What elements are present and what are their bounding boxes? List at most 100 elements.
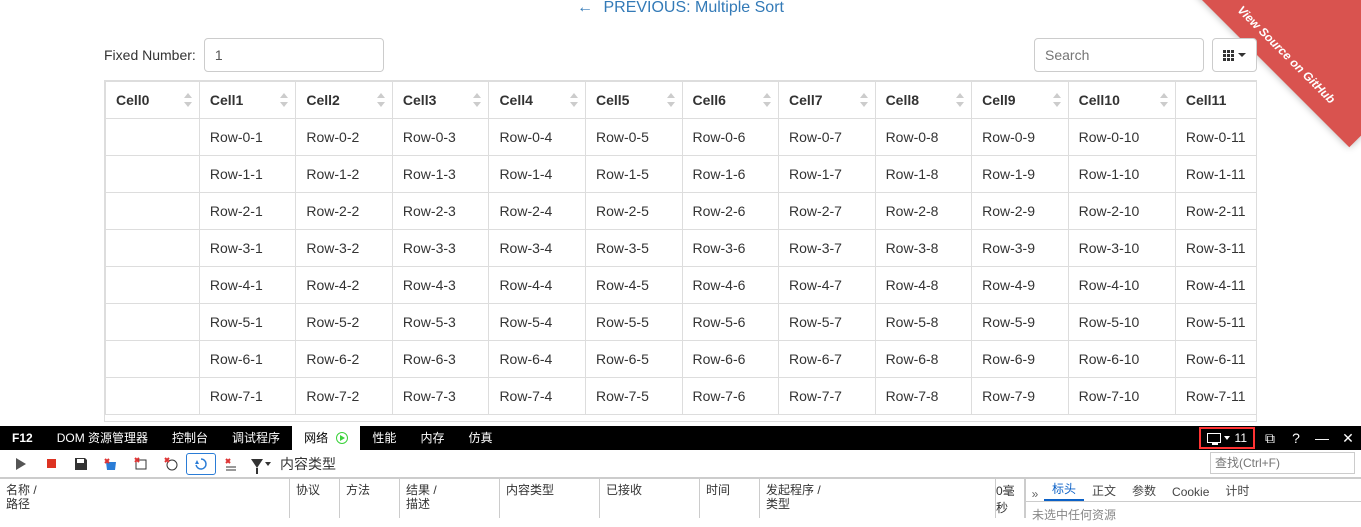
detail-tab-body[interactable]: 正文 [1084,480,1124,501]
table-row[interactable]: Row-7-1Row-7-2Row-7-3Row-7-4Row-7-5Row-7… [106,378,1257,415]
column-header-cell5[interactable]: Cell5 [585,82,682,119]
cell: Row-0-7 [779,119,876,156]
cell: Row-7-6 [682,378,779,415]
cell: Row-0-2 [296,119,393,156]
column-header-cell2[interactable]: Cell2 [296,82,393,119]
cell: Row-3-6 [682,230,779,267]
cell: Row-2-10 [1068,193,1175,230]
data-table: Cell0Cell1Cell2Cell3Cell4Cell5 Cell6 Cell7… [104,80,1257,422]
sort-icon [1159,93,1169,107]
column-header-cell11[interactable]: Cell11 [1175,82,1256,119]
col-time[interactable]: 时间 [700,479,760,518]
cell: Row-0-6 [682,119,779,156]
table-row[interactable]: Row-1-1Row-1-2Row-1-3Row-1-4Row-1-5Row-1… [106,156,1257,193]
cell: Row-6-8 [875,341,972,378]
arrow-left-icon: ← [577,0,593,16]
col-received[interactable]: 已接收 [600,479,700,518]
cell: Row-4-6 [682,267,779,304]
column-header-label: Cell6 [693,92,726,108]
devtools-find-input[interactable] [1210,452,1355,474]
devtools-undock-button[interactable]: ⧉ [1257,426,1283,450]
cell: Row-2-8 [875,193,972,230]
clear-on-navigate-button[interactable] [186,453,216,475]
cell: Row-4-4 [489,267,586,304]
devtools-tab-debugger[interactable]: 调试程序 [220,426,292,450]
clear-session-button[interactable] [96,452,126,476]
cell: Row-0-8 [875,119,972,156]
export-har-button[interactable] [66,452,96,476]
clear-cache-button[interactable] [126,452,156,476]
table-row[interactable]: Row-3-1Row-3-2Row-3-3Row-3-4Row-3-5Row-3… [106,230,1257,267]
start-capture-button[interactable] [6,452,36,476]
cell [106,156,200,193]
col-protocol[interactable]: 协议 [290,479,340,518]
table-row[interactable]: Row-2-1Row-2-2Row-2-3Row-2-4Row-2-5Row-2… [106,193,1257,230]
stop-capture-button[interactable] [36,452,66,476]
column-header-cell8[interactable]: Cell8 [875,82,972,119]
cell: Row-5-2 [296,304,393,341]
cell: Row-3-7 [779,230,876,267]
column-header-cell7[interactable]: Cell7 [779,82,876,119]
column-header-cell9[interactable]: Cell9 [972,82,1069,119]
table-row[interactable]: Row-0-1Row-0-2Row-0-3Row-0-4Row-0-5Row-0… [106,119,1257,156]
cell: Row-2-11 [1175,193,1256,230]
column-header-cell6[interactable]: Cell6 [682,82,779,119]
devtools-help-button[interactable]: ? [1283,426,1309,450]
table-row[interactable]: Row-6-1Row-6-2Row-6-3Row-6-4Row-6-5Row-6… [106,341,1257,378]
col-name[interactable]: 名称 / 路径 [0,479,290,518]
content-type-filter-label: 内容类型 [280,454,336,474]
col-initiator[interactable]: 发起程序 / 类型 [760,479,1025,518]
column-header-cell3[interactable]: Cell3 [392,82,489,119]
devtools-attach-target[interactable]: 11 [1199,427,1255,449]
column-header-cell4[interactable]: Cell4 [489,82,586,119]
previous-link[interactable]: ← PREVIOUS: Multiple Sort [0,0,1361,16]
cell: Row-1-7 [779,156,876,193]
clear-cookies-button[interactable] [156,452,186,476]
devtools-tab-bar: F12 DOM 资源管理器 控制台 调试程序 网络 性能 内存 仿真 11 ⧉ … [0,426,1361,450]
devtools-tab-console[interactable]: 控制台 [160,426,220,450]
devtools-tab-network[interactable]: 网络 [292,426,360,450]
cell: Row-1-8 [875,156,972,193]
column-header-cell10[interactable]: Cell10 [1068,82,1175,119]
cell: Row-5-9 [972,304,1069,341]
col-result[interactable]: 结果 / 描述 [400,479,500,518]
devtools-tab-network-label: 网络 [304,431,328,445]
cell: Row-6-1 [199,341,296,378]
devtools-tab-memory[interactable]: 内存 [408,426,456,450]
devtools-close-button[interactable]: ✕ [1335,426,1361,450]
cell: Row-3-11 [1175,230,1256,267]
col-method[interactable]: 方法 [340,479,400,518]
cell: Row-3-2 [296,230,393,267]
cell: Row-7-2 [296,378,393,415]
sort-icon [376,93,386,107]
table-scroll-area[interactable]: Cell0Cell1Cell2Cell3Cell4Cell5 Cell6 Cell7… [105,81,1256,421]
cell: Row-1-6 [682,156,779,193]
cell [106,230,200,267]
table-row[interactable]: Row-4-1Row-4-2Row-4-3Row-4-4Row-4-5Row-4… [106,267,1257,304]
devtools-tab-emulation[interactable]: 仿真 [456,426,504,450]
clear-entries-button[interactable] [216,452,246,476]
cell: Row-0-3 [392,119,489,156]
devtools-tab-performance[interactable]: 性能 [360,426,408,450]
search-input[interactable] [1034,38,1204,72]
cell: Row-5-1 [199,304,296,341]
column-header-cell1[interactable]: Cell1 [199,82,296,119]
toggle-view-button[interactable] [1212,38,1257,72]
fixed-number-input[interactable] [204,38,384,72]
table-row[interactable]: Row-5-1Row-5-2Row-5-3Row-5-4Row-5-5Row-5… [106,304,1257,341]
column-header-cell0[interactable]: Cell0 [106,82,200,119]
devtools-tab-dom[interactable]: DOM 资源管理器 [45,426,160,450]
detail-tab-timing[interactable]: 计时 [1217,480,1257,501]
col-content-type[interactable]: 内容类型 [500,479,600,518]
detail-tab-headers[interactable]: 标头 [1044,478,1084,501]
cell [106,378,200,415]
detail-tab-params[interactable]: 参数 [1124,480,1164,501]
detail-expand-button[interactable]: » [1026,487,1044,501]
column-header-label: Cell11 [1186,92,1226,108]
detail-tab-cookie[interactable]: Cookie [1164,483,1217,501]
col-initiator-bot: 类型 [766,497,1018,511]
cell: Row-5-8 [875,304,972,341]
content-type-filter-button[interactable] [246,452,276,476]
devtools-minimize-button[interactable]: — [1309,426,1335,450]
stop-icon [47,459,56,468]
